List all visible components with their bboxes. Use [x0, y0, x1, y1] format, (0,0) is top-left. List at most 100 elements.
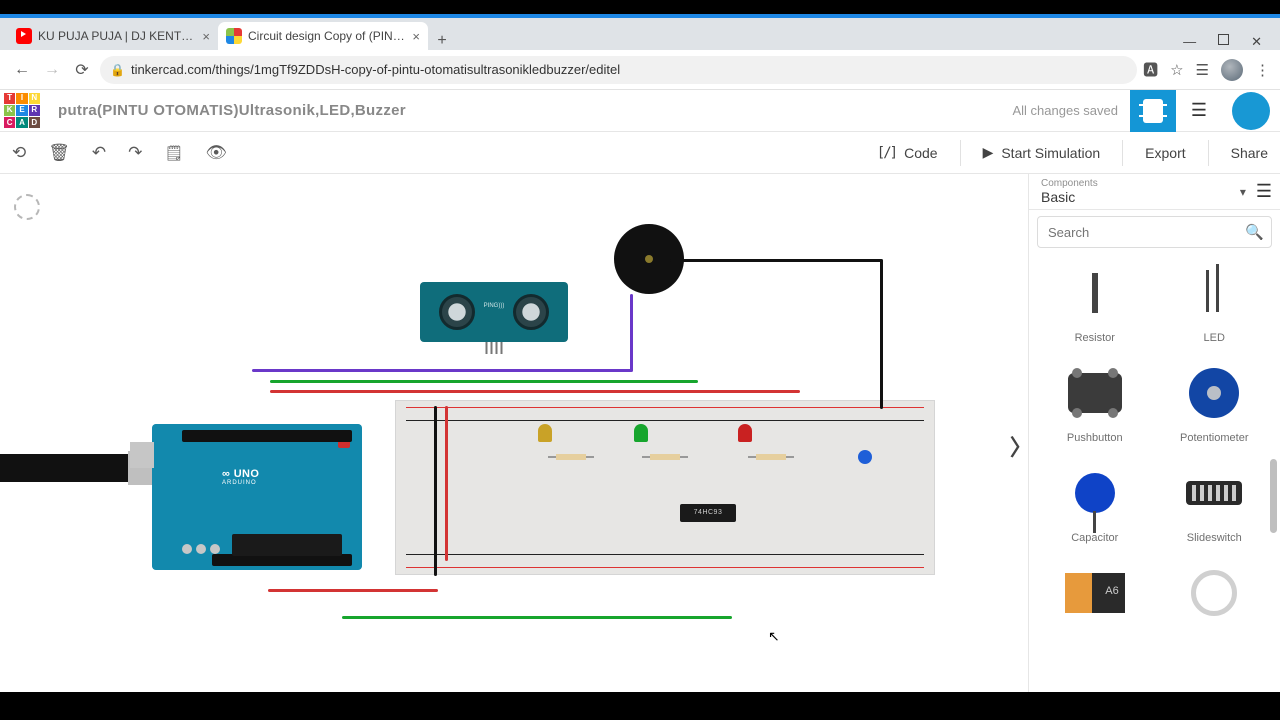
led-red[interactable]: [738, 424, 752, 442]
layers-button[interactable]: ☰: [1176, 90, 1222, 132]
project-title[interactable]: putra(PINTU OTOMATIS)Ultrasonik,LED,Buzz…: [58, 102, 406, 119]
components-category-select[interactable]: Components Basic: [1041, 178, 1240, 205]
play-icon: ▶: [983, 144, 994, 161]
resistor[interactable]: [650, 454, 680, 460]
wire[interactable]: [342, 616, 732, 619]
component-slideswitch[interactable]: Slideswitch: [1155, 454, 1275, 548]
letterbox-bottom: [0, 692, 1280, 720]
chip-icon: [1143, 99, 1163, 123]
tab-title: Circuit design Copy of (PINTU O: [248, 29, 406, 43]
code-button[interactable]: [/] Code: [877, 138, 938, 168]
scrollbar-thumb[interactable]: [1270, 459, 1277, 533]
component-capacitor[interactable]: Capacitor: [1035, 454, 1155, 548]
maximize-icon[interactable]: [1218, 34, 1229, 45]
component-battery[interactable]: 9V Battery: [1035, 554, 1155, 648]
browser-tab-tinkercad[interactable]: Circuit design Copy of (PINTU O ×: [218, 22, 428, 50]
resistor-icon: [1055, 258, 1135, 328]
usb-port-icon: [130, 442, 154, 468]
editor-toolbar: ⟲ 🗑 ↶ ↷ 🗒 👁 [/] Code ▶ Start Simulation …: [0, 132, 1280, 174]
youtube-icon: [16, 28, 32, 44]
wire[interactable]: [270, 390, 800, 393]
kebab-menu-icon[interactable]: ⋮: [1255, 61, 1270, 79]
undo-icon[interactable]: ↶: [92, 143, 106, 163]
back-icon[interactable]: ←: [10, 61, 34, 79]
component-led[interactable]: LED: [1155, 254, 1275, 348]
tinkercad-logo[interactable]: TIN KER CAD: [0, 90, 44, 132]
notes-icon[interactable]: 🗒: [164, 144, 183, 162]
components-panel: Components Basic ▾ ☰ 🔍 Resistor LED Push…: [1028, 174, 1280, 692]
user-avatar-icon[interactable]: [1232, 92, 1270, 130]
letterbox-top: [0, 0, 1280, 14]
search-input[interactable]: [1037, 216, 1272, 248]
wire[interactable]: [880, 259, 883, 409]
tab-title: KU PUJA PUJA | DJ KENTRUNG |: [38, 29, 196, 43]
led-icon: [1174, 258, 1254, 328]
separator: [1208, 140, 1209, 166]
share-button[interactable]: Share: [1231, 138, 1268, 168]
translate-icon[interactable]: 🅰: [1143, 59, 1158, 80]
browser-tab-youtube[interactable]: KU PUJA PUJA | DJ KENTRUNG | ×: [8, 22, 218, 50]
arduino-uno-board[interactable]: ∞ UNO ARDUINO: [152, 424, 362, 570]
address-bar[interactable]: 🔒 tinkercad.com/things/1mgTf9ZDDsH-copy-…: [100, 56, 1137, 84]
zoom-to-fit-icon[interactable]: [14, 194, 40, 220]
profile-avatar-icon[interactable]: [1221, 59, 1243, 81]
wire[interactable]: [630, 294, 633, 372]
forward-icon[interactable]: →: [40, 61, 64, 79]
minimize-icon[interactable]: —: [1183, 34, 1196, 50]
separator: [1122, 140, 1123, 166]
wire[interactable]: [268, 589, 438, 592]
ultrasonic-sensor[interactable]: PING))): [420, 282, 568, 342]
pushbutton-icon: [1055, 358, 1135, 428]
led-yellow[interactable]: [538, 424, 552, 442]
reading-list-icon[interactable]: ☰: [1196, 61, 1209, 79]
chevron-down-icon[interactable]: ▾: [1240, 185, 1246, 199]
component-coin-cell[interactable]: Coin Cell 3V: [1155, 554, 1275, 648]
delete-icon[interactable]: 🗑: [48, 143, 70, 163]
components-grid: Resistor LED Pushbutton Potentiometer Ca…: [1029, 254, 1280, 692]
save-status: All changes saved: [1012, 103, 1118, 118]
breadboard[interactable]: [395, 400, 935, 575]
close-icon[interactable]: ×: [412, 29, 420, 44]
mouse-cursor-icon: ↖: [768, 628, 780, 645]
resistor[interactable]: [556, 454, 586, 460]
rotate-icon[interactable]: ⟲: [12, 143, 26, 163]
lock-icon: 🔒: [110, 63, 125, 77]
coin-cell-icon: [1174, 558, 1254, 628]
start-simulation-button[interactable]: ▶ Start Simulation: [983, 138, 1101, 168]
wire[interactable]: [252, 369, 632, 372]
capacitor[interactable]: [858, 450, 872, 464]
potentiometer-icon: [1174, 358, 1254, 428]
close-window-icon[interactable]: ✕: [1251, 34, 1262, 50]
visibility-icon[interactable]: 👁: [205, 143, 227, 163]
export-button[interactable]: Export: [1145, 138, 1185, 168]
wire[interactable]: [434, 406, 437, 576]
app-header: TIN KER CAD putra(PINTU OTOMATIS)Ultraso…: [0, 90, 1280, 132]
arduino-logo: ∞ UNO ARDUINO: [222, 468, 259, 486]
browser-toolbar: ← → ⟳ 🔒 tinkercad.com/things/1mgTf9ZDDsH…: [0, 50, 1280, 90]
resistor[interactable]: [756, 454, 786, 460]
separator: [960, 140, 961, 166]
bookmark-icon[interactable]: ☆: [1170, 61, 1183, 79]
led-green[interactable]: [634, 424, 648, 442]
close-icon[interactable]: ×: [202, 29, 210, 44]
reload-icon[interactable]: ⟳: [70, 60, 94, 80]
code-icon: [/]: [877, 145, 896, 161]
wire[interactable]: [270, 380, 698, 383]
wire[interactable]: [445, 406, 448, 561]
circuits-mode-button[interactable]: [1130, 90, 1176, 132]
search-icon: 🔍: [1245, 223, 1264, 241]
component-pushbutton[interactable]: Pushbutton: [1035, 354, 1155, 448]
wire[interactable]: [670, 259, 882, 262]
sensor-label: PING))): [420, 303, 568, 309]
slideswitch-icon: [1174, 458, 1254, 528]
url-text: tinkercad.com/things/1mgTf9ZDDsH-copy-of…: [131, 62, 620, 77]
redo-icon[interactable]: ↷: [128, 143, 142, 163]
new-tab-button[interactable]: +: [428, 32, 456, 50]
component-potentiometer[interactable]: Potentiometer: [1155, 354, 1275, 448]
browser-tabstrip: KU PUJA PUJA | DJ KENTRUNG | × Circuit d…: [0, 18, 1280, 50]
list-view-icon[interactable]: ☰: [1256, 181, 1272, 202]
components-search[interactable]: 🔍: [1037, 216, 1272, 248]
ic-74hc93[interactable]: 74HC93: [680, 504, 736, 522]
component-resistor[interactable]: Resistor: [1035, 254, 1155, 348]
battery-icon: [1055, 558, 1135, 628]
